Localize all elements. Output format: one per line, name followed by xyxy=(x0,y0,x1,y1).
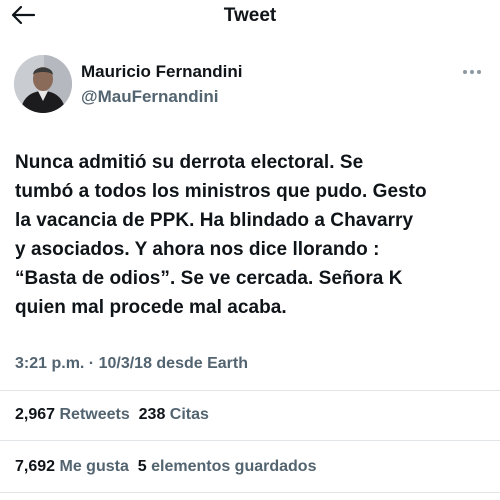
quotes-count: 238 xyxy=(138,406,166,423)
stats-row-shares: 2,967 Retweets 238 Citas xyxy=(15,406,209,424)
stats-row-engagement: 7,692 Me gusta 5 elementos guardados xyxy=(15,458,316,476)
divider xyxy=(0,440,500,441)
quotes-stat[interactable]: 238 Citas xyxy=(139,406,209,423)
profile-photo xyxy=(14,55,72,113)
retweets-label: Retweets xyxy=(59,406,130,423)
likes-stat[interactable]: 7,692 Me gusta xyxy=(15,458,129,475)
likes-label: Me gusta xyxy=(59,458,129,475)
tweet-timestamp[interactable]: 3:21 p.m. · 10/3/18 desde Earth xyxy=(15,355,248,373)
tweet-line: Nunca admitió su derrota electoral. Se xyxy=(15,152,364,173)
bookmarks-label: elementos guardados xyxy=(151,458,317,475)
tweet-line: quien mal procede mal acaba. xyxy=(15,297,287,318)
quotes-label: Citas xyxy=(169,406,209,423)
author-handle[interactable]: @MauFernandini xyxy=(81,87,218,107)
tweet-line: la vacancia de PPK. Ha blindado a Chavar… xyxy=(15,210,414,231)
top-bar: Tweet xyxy=(0,0,500,34)
retweets-count: 2,967 xyxy=(15,406,56,423)
page-title: Tweet xyxy=(223,5,277,26)
likes-count: 7,692 xyxy=(15,458,56,475)
tweet-text: Nunca admitió su derrota electoral. Se t… xyxy=(15,148,490,322)
bookmarks-stat[interactable]: 5 elementos guardados xyxy=(138,458,317,475)
avatar[interactable] xyxy=(14,55,72,113)
retweets-stat[interactable]: 2,967 Retweets xyxy=(15,406,130,423)
bookmarks-count: 5 xyxy=(137,458,147,475)
divider xyxy=(0,390,500,391)
more-horizontal-icon[interactable] xyxy=(460,66,484,78)
tweet-line: y asociados. Y ahora nos dice llorando : xyxy=(15,239,380,260)
divider xyxy=(0,492,500,493)
tweet-line: tumbó a todos los ministros que pudo. Ge… xyxy=(15,181,427,202)
tweet-line: “Basta de odios”. Se ve cercada. Señora … xyxy=(15,268,403,289)
author-name[interactable]: Mauricio Fernandini xyxy=(81,62,243,82)
